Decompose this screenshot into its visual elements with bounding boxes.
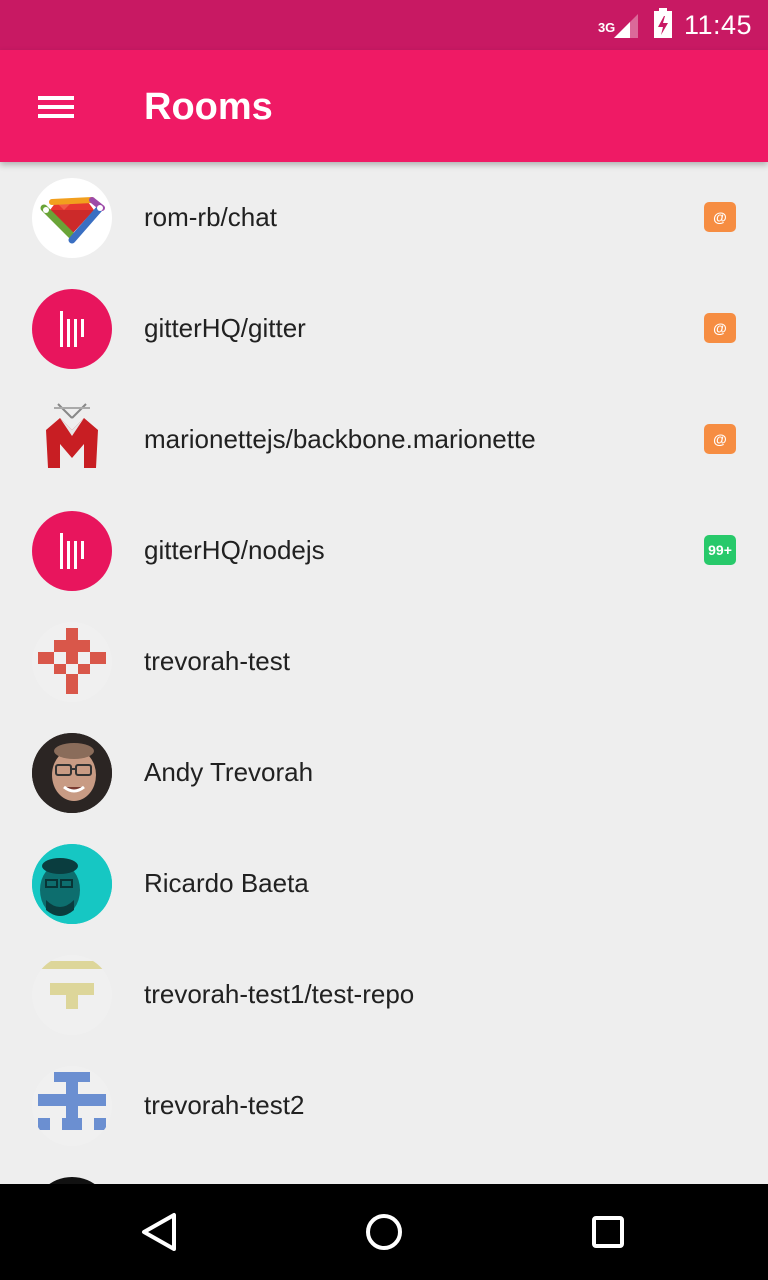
room-item[interactable]: Ricardo Baeta xyxy=(0,828,768,939)
mention-badge: @ xyxy=(704,313,736,343)
room-name: rom-rb/chat xyxy=(144,202,277,232)
identicon-blue-icon xyxy=(32,1066,112,1146)
home-icon[interactable] xyxy=(356,1204,412,1260)
room-list[interactable]: rom-rb/chat @ gitterHQ/gitter @ marionet… xyxy=(0,162,768,1184)
mention-badge: @ xyxy=(704,202,736,232)
room-item[interactable] xyxy=(0,1161,768,1184)
room-item[interactable]: trevorah-test xyxy=(0,606,768,717)
rom-rb-ruby-logo-icon xyxy=(32,178,112,258)
room-name: gitterHQ/nodejs xyxy=(144,535,325,565)
room-name: Andy Trevorah xyxy=(144,757,314,787)
room-item[interactable]: trevorah-test2 xyxy=(0,1050,768,1161)
unread-count-badge: 99+ xyxy=(704,535,736,565)
room-name: gitterHQ/gitter xyxy=(144,313,306,343)
room-item[interactable]: marionettejs/backbone.marionette @ xyxy=(0,384,768,495)
system-nav-bar xyxy=(0,1184,768,1280)
room-item[interactable]: gitterHQ/nodejs 99+ xyxy=(0,495,768,606)
room-name: trevorah-test1/test-repo xyxy=(144,979,415,1009)
recents-icon[interactable] xyxy=(580,1204,636,1260)
app-bar: Rooms xyxy=(0,50,768,162)
identicon-yellow-icon xyxy=(32,955,112,1035)
page-title: Rooms xyxy=(144,86,273,128)
clock: 11:45 xyxy=(683,9,752,40)
room-name: marionettejs/backbone.marionette xyxy=(144,424,536,454)
battery-charging-icon xyxy=(652,7,674,44)
user-photo-icon xyxy=(32,844,112,924)
gitter-logo-icon xyxy=(32,511,112,591)
network-type: 3G xyxy=(597,20,616,35)
room-name: Ricardo Baeta xyxy=(144,868,309,898)
avatar-icon xyxy=(32,1177,112,1184)
room-item[interactable]: trevorah-test1/test-repo xyxy=(0,939,768,1050)
mention-badge: @ xyxy=(704,424,736,454)
identicon-red-icon xyxy=(32,622,112,702)
status-icons: 3G 11:45 xyxy=(598,0,752,50)
gitter-logo-icon xyxy=(32,289,112,369)
room-name: trevorah-test2 xyxy=(144,1090,305,1120)
room-name: trevorah-test xyxy=(144,646,290,676)
user-photo-icon xyxy=(32,733,112,813)
cell-signal-icon: 3G xyxy=(598,10,642,40)
room-item[interactable]: gitterHQ/gitter @ xyxy=(0,273,768,384)
hamburger-menu-icon[interactable] xyxy=(26,84,86,130)
status-bar: 3G 11:45 xyxy=(0,0,768,50)
room-item[interactable]: rom-rb/chat @ xyxy=(0,162,768,273)
room-item[interactable]: Andy Trevorah xyxy=(0,717,768,828)
marionette-logo-icon xyxy=(32,400,112,480)
back-icon[interactable] xyxy=(132,1204,188,1260)
